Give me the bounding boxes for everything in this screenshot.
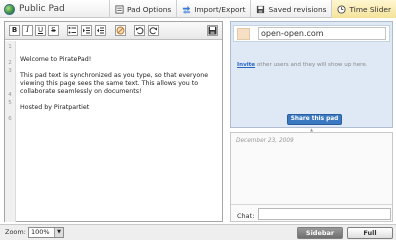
user-name-input[interactable]: open-open.com: [258, 27, 386, 40]
clear-authorship-button[interactable]: [115, 25, 126, 36]
indent-button[interactable]: [81, 25, 92, 36]
line-number: 3: [8, 68, 12, 74]
time-slider-button[interactable]: Time Slider: [331, 0, 396, 18]
invite-text: other users and they will show up here.: [255, 62, 368, 68]
zoom-value: 100%: [31, 228, 50, 236]
pad-title: Public Pad: [19, 4, 65, 14]
top-menu: Pad Options Import/Export Saved revision…: [109, 0, 396, 18]
bottom-bar: Zoom: 100% ▼ Sidebar Full Window: [0, 224, 396, 240]
line-number: 1: [8, 44, 12, 50]
import-export-button[interactable]: Import/Export: [176, 0, 250, 18]
undo-button[interactable]: [134, 25, 145, 36]
redo-button[interactable]: [148, 25, 159, 36]
full-window-button[interactable]: Full Window: [347, 227, 393, 240]
clear-authorship-icon: [116, 26, 125, 35]
text-line: viewing this page sees the same text. Th…: [20, 80, 199, 87]
brand: Public Pad: [4, 1, 65, 17]
indent-icon: [83, 27, 90, 34]
text-line: collaborate seamlessly on documents!: [20, 88, 142, 95]
text-line: Hosted by Piratpartiet: [20, 104, 90, 111]
pad-options-icon: [115, 4, 124, 14]
editor: B I U S 1 2 3 4 5 6 Welcome to PiratePad…: [4, 21, 223, 222]
chat-label: Chat:: [237, 212, 255, 220]
import-export-icon: [183, 5, 191, 14]
saved-revisions-button[interactable]: Saved revisions: [250, 0, 331, 18]
line-number: 6: [8, 116, 12, 122]
users-panel: open-open.com Invite other users and the…: [230, 21, 393, 128]
chat-divider: [231, 204, 392, 205]
globe-icon: [4, 3, 15, 15]
redo-icon: [149, 27, 157, 35]
undo-icon: [136, 27, 144, 35]
user-color-swatch[interactable]: [237, 28, 250, 40]
line-numbers: 1 2 3 4 5 6: [5, 41, 16, 222]
chat-input[interactable]: [258, 208, 391, 220]
italic-button[interactable]: I: [22, 25, 33, 36]
line-number: 4: [8, 92, 12, 98]
top-bar: Public Pad Pad Options Import/Export Sav…: [0, 0, 396, 18]
pad-options-label: Pad Options: [127, 4, 172, 14]
sidebar-button[interactable]: Sidebar: [297, 227, 343, 239]
line-number: 5: [8, 100, 12, 106]
save-button[interactable]: [207, 25, 218, 36]
invite-link[interactable]: Invite: [237, 62, 255, 68]
chat-panel: December 23, 2009 Chat:: [230, 132, 393, 222]
text-line: Welcome to PiratePad!: [20, 56, 92, 63]
bullet-list-icon: [68, 27, 76, 34]
outdent-icon: [97, 27, 104, 34]
time-slider-icon: [337, 4, 347, 14]
pad-options-button[interactable]: Pad Options: [109, 0, 176, 18]
my-user-box: open-open.com: [233, 25, 390, 42]
chat-date: December 23, 2009: [236, 138, 294, 144]
bullet-list-button[interactable]: [67, 25, 78, 36]
underline-button[interactable]: U: [35, 25, 46, 36]
line-number: 2: [8, 60, 12, 66]
share-pad-button[interactable]: Share this pad: [287, 114, 342, 125]
strikethrough-button[interactable]: S: [48, 25, 59, 36]
import-export-label: Import/Export: [194, 4, 246, 14]
invite-message: Invite other users and they will show up…: [237, 62, 368, 68]
bold-button[interactable]: B: [9, 25, 20, 36]
text-line: This pad text is synchronized as you typ…: [20, 72, 209, 79]
zoom-select[interactable]: 100% ▼: [28, 227, 64, 238]
save-icon: [208, 26, 217, 35]
outdent-button[interactable]: [95, 25, 106, 36]
saved-revisions-label: Saved revisions: [268, 4, 327, 14]
chevron-down-icon: ▼: [54, 228, 63, 237]
zoom-label: Zoom:: [5, 228, 26, 236]
formatting-toolbar: B I U S: [5, 22, 222, 40]
save-icon: [257, 5, 265, 13]
time-slider-label: Time Slider: [349, 4, 391, 14]
